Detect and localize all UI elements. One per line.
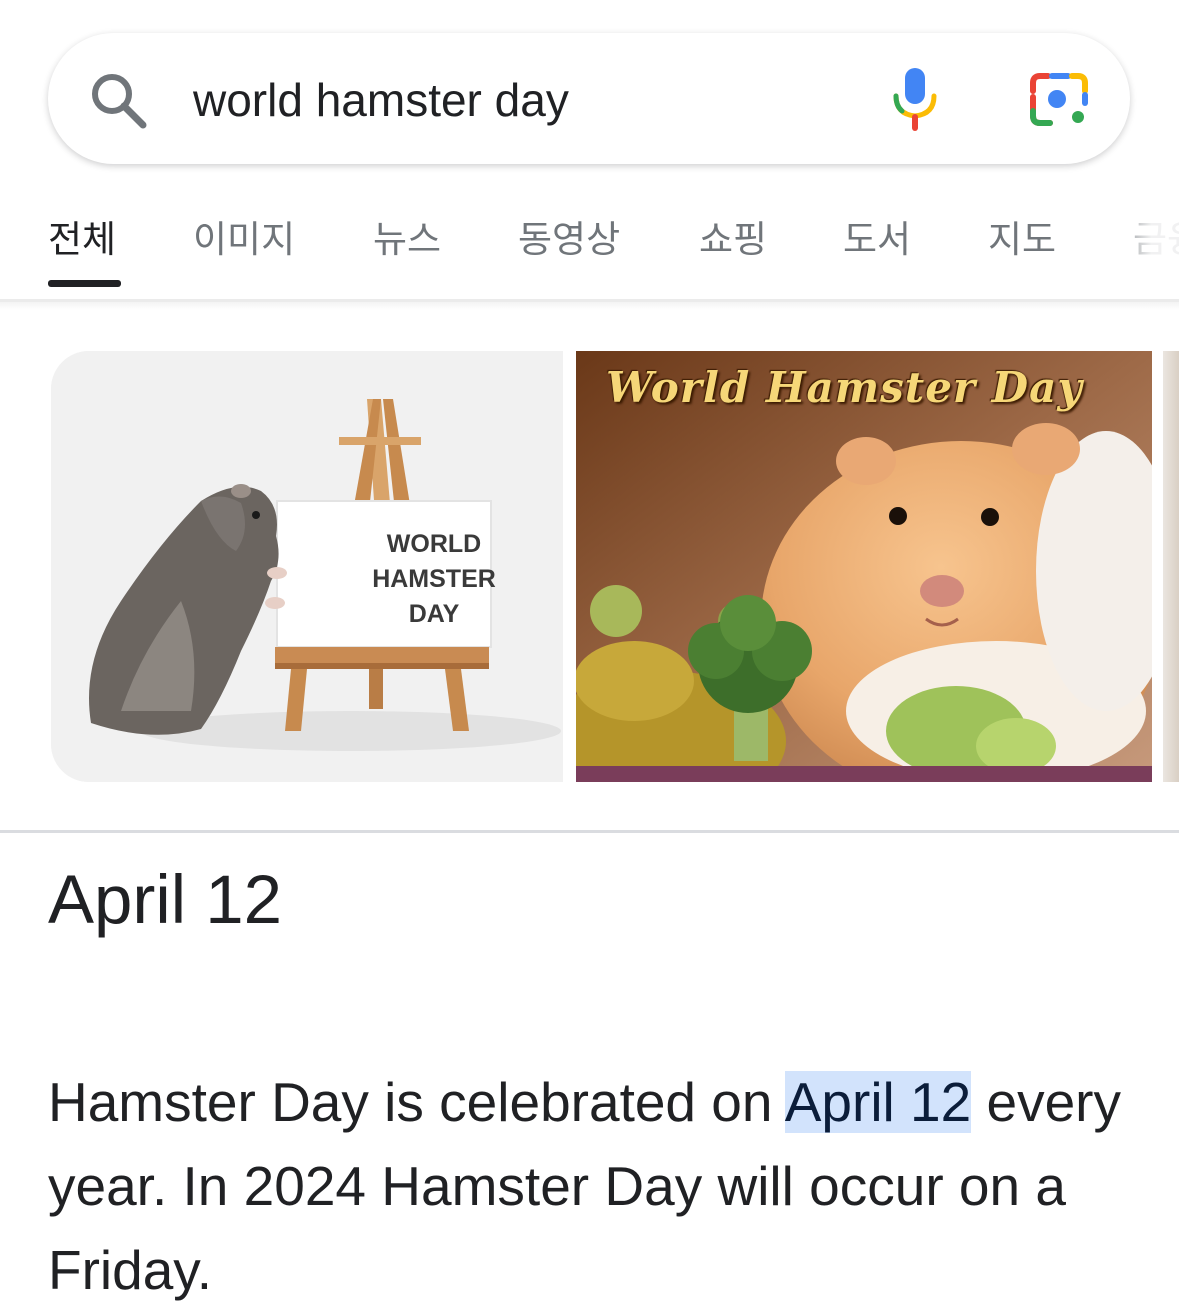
tabs-fade-overlay <box>1110 200 1179 296</box>
hamster-photo-illustration <box>576 351 1152 782</box>
tab-videos[interactable]: 동영상 <box>518 210 620 270</box>
section-divider <box>0 830 1179 833</box>
active-tab-indicator <box>48 280 121 287</box>
search-input[interactable] <box>193 70 813 130</box>
answer-heading: April 12 <box>48 861 282 938</box>
image-result-hamster-photo[interactable]: World Hamster Day <box>576 351 1152 782</box>
tab-images[interactable]: 이미지 <box>193 210 295 270</box>
sign-line-2: HAMSTER <box>372 565 496 593</box>
sign-line-1: WORLD <box>386 530 482 558</box>
answer-text-before: Hamster Day is celebrated on <box>48 1071 785 1133</box>
sign-line-3: DAY <box>408 600 460 628</box>
answer-highlight: April 12 <box>784 1071 972 1133</box>
easel-sign-text: WORLD HAMSTER DAY <box>335 527 533 632</box>
answer-snippet: Hamster Day is celebrated on April 12 ev… <box>48 1060 1148 1312</box>
camera-lens-icon[interactable] <box>1028 71 1090 129</box>
search-icon[interactable] <box>88 70 150 132</box>
tab-all[interactable]: 전체 <box>48 210 116 270</box>
tab-news[interactable]: 뉴스 <box>373 210 441 270</box>
tab-maps[interactable]: 지도 <box>988 210 1056 270</box>
image-result-hamster-easel[interactable]: WORLD HAMSTER DAY <box>51 351 563 782</box>
microphone-icon[interactable] <box>888 66 942 132</box>
image-caption: World Hamster Day <box>606 363 1083 412</box>
tabs-shadow <box>0 302 1179 310</box>
search-tabs: 전체 이미지 뉴스 동영상 쇼핑 도서 지도 금융 <box>0 190 1179 302</box>
tab-books[interactable]: 도서 <box>843 210 911 270</box>
image-result-partial[interactable] <box>1163 351 1179 782</box>
tab-shopping[interactable]: 쇼핑 <box>699 210 767 270</box>
